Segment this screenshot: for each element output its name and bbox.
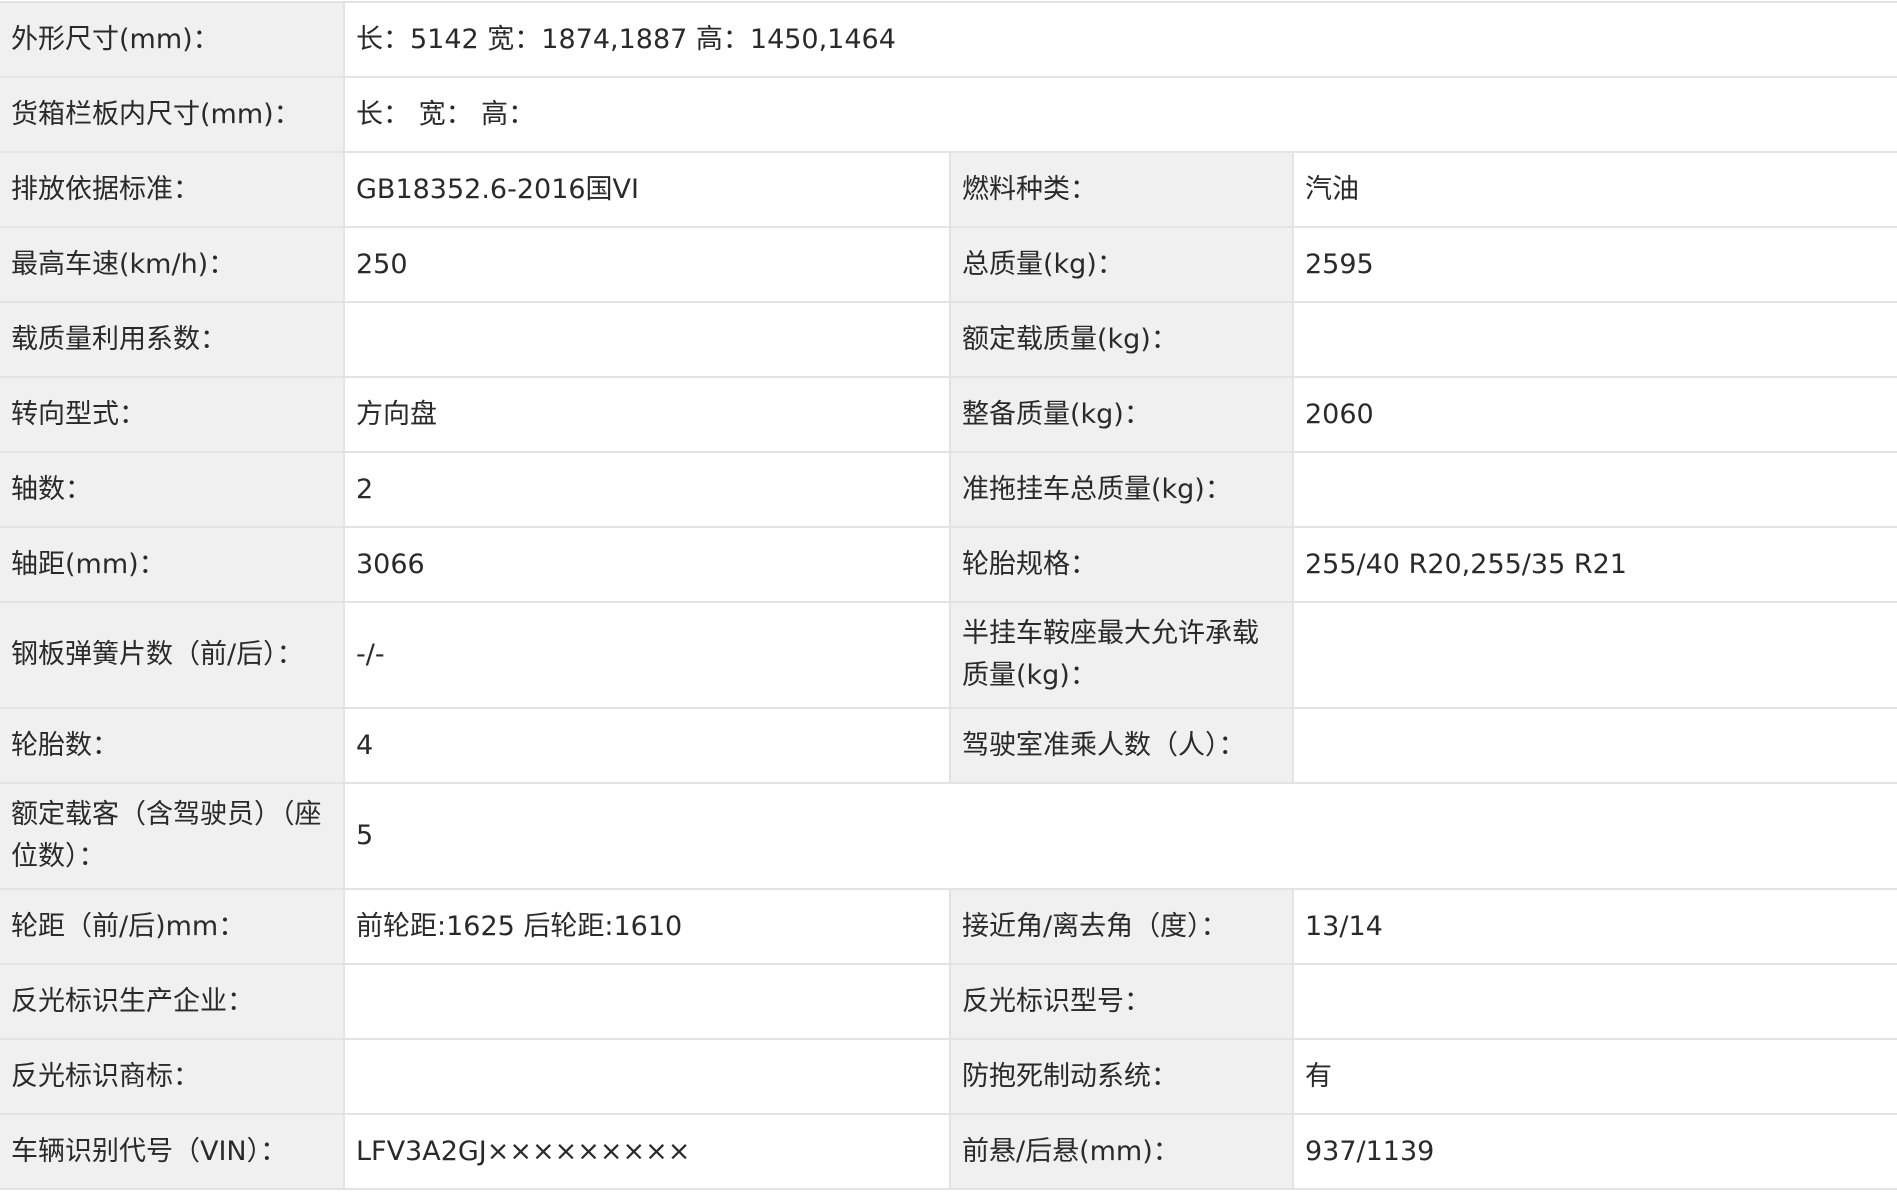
spec-value-saddle-load	[1291, 601, 1897, 709]
spec-value-max-speed: 250	[343, 226, 951, 303]
table-row: 货箱栏板内尺寸(mm)： 长： 宽： 高：	[0, 76, 1897, 153]
spec-label-reflector-maker: 反光标识生产企业：	[0, 963, 345, 1040]
table-row: 转向型式： 方向盘 整备质量(kg)： 2060	[0, 376, 1897, 453]
spec-label-reflector-brand: 反光标识商标：	[0, 1038, 345, 1115]
spec-label-max-speed: 最高车速(km/h)：	[0, 226, 345, 303]
spec-label-steering-type: 转向型式：	[0, 376, 345, 453]
spec-label-dimensions: 外形尺寸(mm)：	[0, 1, 345, 78]
spec-label-trailer-mass: 准拖挂车总质量(kg)：	[949, 451, 1294, 528]
spec-label-load-utilization: 载质量利用系数：	[0, 301, 345, 378]
spec-value-trailer-mass	[1291, 451, 1897, 528]
table-row: 反光标识商标： 防抱死制动系统： 有	[0, 1038, 1897, 1115]
table-row: 轴数： 2 准拖挂车总质量(kg)：	[0, 451, 1897, 528]
spec-label-reflector-model: 反光标识型号：	[949, 963, 1294, 1040]
spec-value-tire-count: 4	[343, 707, 951, 784]
table-row: 轴距(mm)： 3066 轮胎规格： 255/40 R20,255/35 R21	[0, 526, 1897, 603]
table-row: 额定载客（含驾驶员）（座位数）： 5	[0, 782, 1897, 890]
spec-value-total-mass: 2595	[1291, 226, 1897, 303]
spec-value-curb-mass: 2060	[1291, 376, 1897, 453]
spec-label-cab-occupants: 驾驶室准乘人数（人）：	[949, 707, 1294, 784]
spec-value-tire-spec: 255/40 R20,255/35 R21	[1291, 526, 1897, 603]
spec-value-abs: 有	[1291, 1038, 1897, 1115]
spec-label-overhang: 前悬/后悬(mm)：	[949, 1113, 1294, 1190]
table-row: 载质量利用系数： 额定载质量(kg)：	[0, 301, 1897, 378]
spec-value-reflector-maker	[343, 963, 951, 1040]
spec-label-cargo-box-size: 货箱栏板内尺寸(mm)：	[0, 76, 345, 153]
spec-label-rated-passengers: 额定载客（含驾驶员）（座位数）：	[0, 782, 345, 890]
spec-label-track-width: 轮距（前/后)mm：	[0, 888, 345, 965]
spec-value-cargo-box-size: 长： 宽： 高：	[342, 76, 1897, 153]
spec-value-load-utilization	[343, 301, 951, 378]
spec-value-reflector-brand	[343, 1038, 951, 1115]
spec-label-saddle-load: 半挂车鞍座最大允许承载质量(kg)：	[949, 601, 1294, 709]
table-row: 钢板弹簧片数（前/后）： -/- 半挂车鞍座最大允许承载质量(kg)：	[0, 601, 1897, 709]
table-row: 反光标识生产企业： 反光标识型号：	[0, 963, 1897, 1040]
spec-label-emission-standard: 排放依据标准：	[0, 151, 345, 228]
spec-label-abs: 防抱死制动系统：	[949, 1038, 1294, 1115]
table-row: 轮距（前/后)mm： 前轮距:1625 后轮距:1610 接近角/离去角（度）：…	[0, 888, 1897, 965]
spec-value-vin: LFV3A2GJ×××××××××	[343, 1113, 951, 1190]
spec-label-axle-count: 轴数：	[0, 451, 345, 528]
spec-label-rated-load: 额定载质量(kg)：	[949, 301, 1294, 378]
spec-value-approach-departure-angle: 13/14	[1291, 888, 1897, 965]
spec-label-leaf-springs: 钢板弹簧片数（前/后）：	[0, 601, 345, 709]
spec-value-rated-load	[1291, 301, 1897, 378]
spec-label-total-mass: 总质量(kg)：	[949, 226, 1294, 303]
spec-value-emission-standard: GB18352.6-2016国VI	[343, 151, 951, 228]
table-row: 车辆识别代号（VIN）： LFV3A2GJ××××××××× 前悬/后悬(mm)…	[0, 1113, 1897, 1190]
spec-label-tire-count: 轮胎数：	[0, 707, 345, 784]
spec-value-axle-count: 2	[343, 451, 951, 528]
spec-value-fuel-type: 汽油	[1291, 151, 1897, 228]
spec-value-wheelbase: 3066	[343, 526, 951, 603]
spec-value-overhang: 937/1139	[1291, 1113, 1897, 1190]
spec-value-leaf-springs: -/-	[343, 601, 951, 709]
spec-label-approach-departure-angle: 接近角/离去角（度）：	[949, 888, 1294, 965]
spec-label-vin: 车辆识别代号（VIN）：	[0, 1113, 345, 1190]
table-row: 轮胎数： 4 驾驶室准乘人数（人）：	[0, 707, 1897, 784]
vehicle-spec-table: 外形尺寸(mm)： 长：5142 宽：1874,1887 高：1450,1464…	[0, 1, 1897, 1190]
spec-value-rated-passengers: 5	[342, 782, 1897, 890]
spec-label-curb-mass: 整备质量(kg)：	[949, 376, 1294, 453]
spec-value-track-width: 前轮距:1625 后轮距:1610	[343, 888, 951, 965]
table-row: 排放依据标准： GB18352.6-2016国VI 燃料种类： 汽油	[0, 151, 1897, 228]
spec-value-cab-occupants	[1291, 707, 1897, 784]
spec-label-fuel-type: 燃料种类：	[949, 151, 1294, 228]
spec-value-dimensions: 长：5142 宽：1874,1887 高：1450,1464	[342, 1, 1897, 78]
spec-label-tire-spec: 轮胎规格：	[949, 526, 1294, 603]
spec-value-steering-type: 方向盘	[343, 376, 951, 453]
spec-label-wheelbase: 轴距(mm)：	[0, 526, 345, 603]
table-row: 外形尺寸(mm)： 长：5142 宽：1874,1887 高：1450,1464	[0, 1, 1897, 78]
spec-value-reflector-model	[1291, 963, 1897, 1040]
table-row: 最高车速(km/h)： 250 总质量(kg)： 2595	[0, 226, 1897, 303]
